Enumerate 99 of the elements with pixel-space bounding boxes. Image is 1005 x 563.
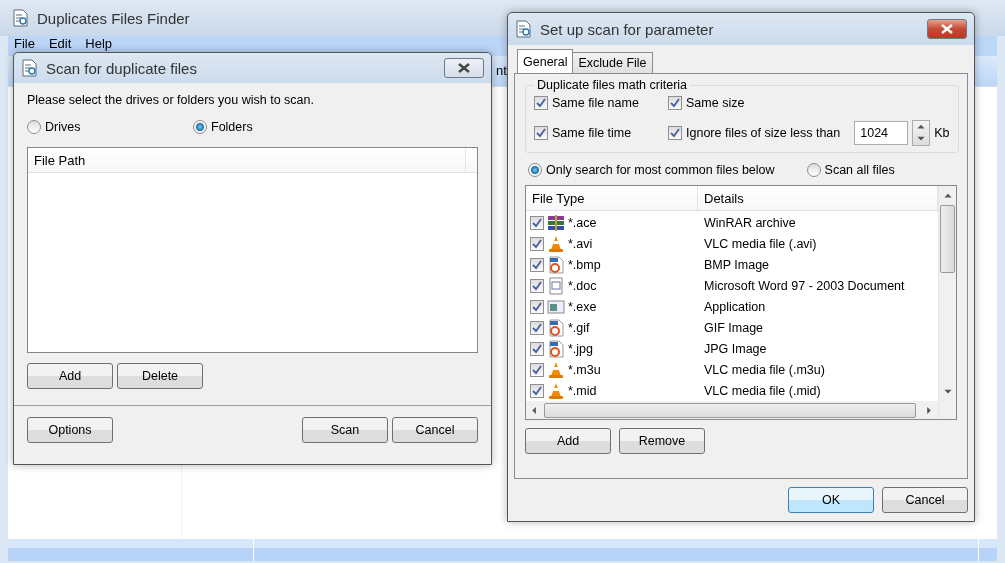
close-button[interactable] — [927, 19, 967, 39]
list-button[interactable]: Add — [27, 363, 113, 389]
dialog-button[interactable]: Scan — [302, 417, 388, 443]
menu-item[interactable]: File — [14, 36, 35, 52]
radio-button[interactable] — [193, 120, 207, 134]
close-icon — [941, 24, 953, 34]
image-file-icon — [547, 318, 565, 337]
dialog-title: Set up scan for parameter — [540, 20, 714, 38]
radio-button[interactable] — [806, 163, 821, 177]
file-type: *.gif — [568, 320, 590, 335]
options-button[interactable]: Options — [27, 417, 113, 443]
check-icon — [532, 343, 542, 354]
column-header[interactable]: File Type — [526, 186, 698, 210]
row-checkbox[interactable] — [530, 278, 544, 293]
radio-option[interactable]: Folders — [193, 120, 253, 134]
file-type: *.jpg — [568, 341, 594, 356]
menu-item[interactable]: Edit — [48, 36, 72, 52]
file-type-list[interactable] — [525, 185, 957, 420]
tab[interactable]: General — [517, 49, 574, 73]
unit-label: Kb — [934, 126, 950, 140]
check-icon — [532, 238, 542, 249]
radio-button[interactable] — [528, 163, 542, 177]
file-type: *.doc — [568, 278, 597, 293]
checkbox-option[interactable]: Ignore files of size less than — [668, 126, 841, 140]
row-checkbox[interactable] — [530, 362, 544, 377]
file-details: Microsoft Word 97 - 2003 Document — [704, 278, 905, 293]
file-details: Application — [704, 299, 766, 314]
check-icon — [532, 322, 542, 333]
vertical-scrollbar[interactable] — [938, 186, 956, 419]
right-arrow-icon[interactable] — [924, 405, 934, 415]
window-icon — [547, 297, 565, 316]
dialog-title: Scan for duplicate files — [46, 59, 197, 77]
group-title: Duplicate files math criteria — [536, 78, 689, 92]
close-icon — [458, 63, 470, 73]
file-details: JPG Image — [704, 341, 767, 356]
row-checkbox[interactable] — [530, 215, 544, 230]
row-checkbox[interactable] — [530, 341, 544, 356]
check-icon — [532, 259, 542, 270]
window-title: Duplicates Files Finder — [37, 9, 190, 27]
check-icon — [532, 385, 542, 396]
instruction-text: Please select the drives or folders you wish to scan. — [27, 93, 314, 107]
spin-button[interactable] — [912, 120, 931, 146]
traffic-cone-icon — [547, 381, 565, 400]
file-type: *.m3u — [568, 362, 601, 377]
file-details: VLC media file (.avi) — [704, 236, 817, 251]
scrollbar-thumb[interactable] — [544, 402, 916, 418]
horizontal-scrollbar[interactable] — [526, 401, 938, 419]
check-icon — [532, 364, 542, 375]
row-checkbox[interactable] — [530, 299, 544, 314]
row-checkbox[interactable] — [530, 320, 544, 335]
check-icon — [532, 280, 542, 291]
file-details: GIF Image — [704, 320, 764, 335]
image-file-icon — [547, 255, 565, 274]
file-details: VLC media file (.mid) — [704, 383, 821, 398]
file-type: *.exe — [568, 299, 597, 314]
radio-button[interactable] — [27, 120, 41, 134]
checkbox-option[interactable]: Same file time — [534, 126, 632, 140]
check-icon — [670, 98, 680, 108]
toolbar-label[interactable]: nt — [496, 63, 507, 79]
check-icon — [536, 98, 546, 108]
radio-option[interactable]: Drives — [27, 120, 81, 134]
menu-item[interactable]: Help — [85, 36, 113, 52]
row-checkbox[interactable] — [530, 383, 544, 398]
file-details: WinRAR archive — [704, 215, 796, 230]
checkbox-option[interactable]: Same file name — [534, 96, 639, 110]
radio-option[interactable]: Only search for most common files below — [528, 163, 775, 177]
file-details: VLC media file (.m3u) — [704, 362, 825, 377]
books-icon — [547, 213, 565, 232]
row-checkbox[interactable] — [530, 236, 544, 251]
app-icon — [515, 20, 532, 38]
radio-option[interactable]: Scan all files — [806, 163, 895, 177]
check-icon — [536, 128, 546, 138]
file-type: *.bmp — [568, 257, 601, 272]
file-type: *.ace — [568, 215, 597, 230]
image-file-icon — [547, 339, 565, 358]
dialog-button[interactable]: Cancel — [392, 417, 478, 443]
app-icon — [12, 9, 29, 27]
checkbox-option[interactable]: Same size — [668, 96, 745, 110]
check-icon — [532, 301, 542, 312]
scrollbar-thumb[interactable] — [940, 205, 955, 273]
file-details: BMP Image — [704, 257, 770, 272]
dialog-button[interactable]: OK — [788, 487, 874, 513]
check-icon — [532, 217, 542, 228]
file-type: *.mid — [568, 383, 597, 398]
list-button[interactable]: Remove — [619, 428, 705, 454]
list-button[interactable]: Add — [525, 428, 611, 454]
list-button[interactable]: Delete — [117, 363, 203, 389]
close-button[interactable] — [444, 58, 484, 78]
traffic-cone-icon — [547, 360, 565, 379]
document-icon — [547, 276, 565, 295]
dialog-button[interactable]: Cancel — [882, 487, 968, 513]
traffic-cone-icon — [547, 234, 565, 253]
row-checkbox[interactable] — [530, 257, 544, 272]
app-icon — [21, 59, 38, 77]
file-type: *.avi — [568, 236, 593, 251]
check-icon — [670, 128, 680, 138]
size-field[interactable]: 1024 — [854, 121, 909, 145]
tab[interactable]: Exclude File — [572, 52, 653, 73]
path-list[interactable]: File Path — [27, 147, 478, 353]
